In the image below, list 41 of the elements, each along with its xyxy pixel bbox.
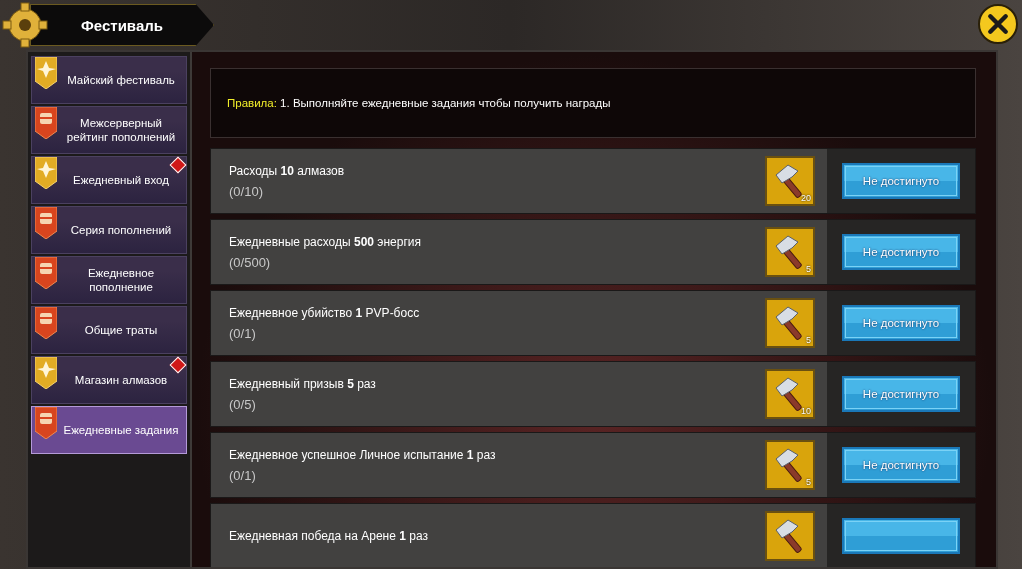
close-button[interactable] bbox=[978, 4, 1018, 44]
reward-count: 5 bbox=[806, 335, 811, 345]
task-counter: (0/5) bbox=[229, 396, 257, 412]
sidebar-item[interactable]: Межсерверный рейтинг пополнений bbox=[31, 106, 187, 154]
task-title: Ежедневное успешное Личное испытание 1 раз bbox=[229, 447, 497, 462]
sidebar-item[interactable]: Магазин алмазов bbox=[31, 356, 187, 404]
rules-text: Правила: 1. Выполняйте ежедневные задания чтобы получить награды bbox=[227, 97, 611, 109]
task-counter: (0/1) bbox=[229, 467, 257, 483]
status-button[interactable]: Не достигнуто bbox=[842, 376, 960, 412]
sidebar-item[interactable]: Серия пополнений bbox=[31, 206, 187, 254]
reward-item[interactable]: 5 bbox=[765, 440, 815, 490]
status-button[interactable]: Не достигнуто bbox=[842, 234, 960, 270]
close-icon bbox=[987, 13, 1009, 35]
reward-count: 5 bbox=[806, 264, 811, 274]
reward-count: 20 bbox=[801, 193, 811, 203]
task-counter: (0/500) bbox=[229, 254, 272, 270]
reward-item[interactable]: 10 bbox=[765, 369, 815, 419]
sidebar-item[interactable]: Ежедневный вход bbox=[31, 156, 187, 204]
status-button[interactable]: Не достигнуто bbox=[842, 447, 960, 483]
sidebar-item[interactable]: Майский фестиваль bbox=[31, 56, 187, 104]
gear-icon bbox=[0, 0, 50, 50]
sidebar-item[interactable]: Общие траты bbox=[31, 306, 187, 354]
reward-item[interactable]: 5 bbox=[765, 227, 815, 277]
task-title: Ежедневное убийство 1 PVP-босс bbox=[229, 305, 421, 320]
window-title: Фестиваль bbox=[81, 16, 163, 34]
task-counter: (0/10) bbox=[229, 183, 264, 199]
status-button[interactable]: Не достигнуто bbox=[842, 163, 960, 199]
status-button[interactable] bbox=[842, 518, 960, 554]
reward-count: 5 bbox=[806, 477, 811, 487]
reward-item[interactable]: 20 bbox=[765, 156, 815, 206]
reward-item[interactable] bbox=[765, 511, 815, 561]
reward-count: 10 bbox=[801, 406, 811, 416]
task-title: Ежедневная победа на Арене 1 раз bbox=[229, 529, 429, 543]
sidebar-item[interactable]: Ежедневные задания bbox=[31, 406, 187, 454]
sidebar-item[interactable]: Ежедневное пополнение bbox=[31, 256, 187, 304]
task-title: Ежедневный призыв 5 раз bbox=[229, 376, 377, 391]
task-counter: (0/1) bbox=[229, 325, 257, 341]
task-title: Расходы 10 алмазов bbox=[229, 163, 346, 178]
task-title: Ежедневные расходы 500 энергия bbox=[229, 234, 422, 249]
status-button[interactable]: Не достигнуто bbox=[842, 305, 960, 341]
reward-item[interactable]: 5 bbox=[765, 298, 815, 348]
